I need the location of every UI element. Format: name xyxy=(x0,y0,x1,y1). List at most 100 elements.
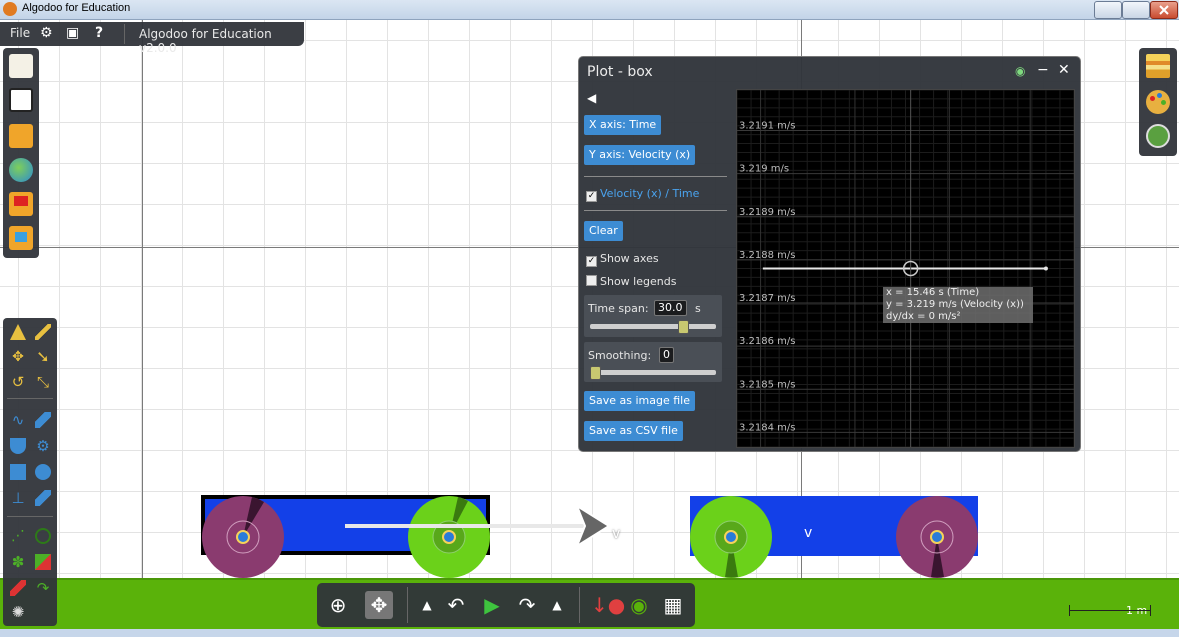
rope-tool-icon[interactable]: ∿ xyxy=(10,412,26,428)
y-tick-label: 3.2188 m/s xyxy=(739,250,796,261)
fixate-tool-icon[interactable]: ⊥ xyxy=(10,490,26,506)
back-arrow-icon[interactable]: ◀ xyxy=(587,91,596,105)
time-span-group: Time span: 30.0 s xyxy=(584,295,722,337)
plot-tooltip: x = 15.46 s (Time) y = 3.219 m/s (Veloci… xyxy=(883,287,1033,323)
gravity-icon[interactable]: ↓● xyxy=(591,593,625,617)
tracer-tool-icon[interactable] xyxy=(35,554,51,570)
browse-online-icon[interactable] xyxy=(9,158,33,182)
eye-icon[interactable]: ◉ xyxy=(1015,64,1025,78)
window-icon[interactable]: ▣ xyxy=(66,25,79,41)
redo-menu-icon[interactable]: ▲ xyxy=(545,593,569,617)
palette-icon[interactable] xyxy=(1146,90,1170,114)
help-icon[interactable]: ? xyxy=(95,25,103,41)
axle-tool-icon[interactable] xyxy=(35,528,51,544)
smoothing-group: Smoothing: 0 xyxy=(584,342,722,382)
file-menu[interactable]: File xyxy=(10,26,30,40)
minimize-button[interactable] xyxy=(1094,1,1122,19)
cut-tool-icon[interactable] xyxy=(35,324,51,340)
version-label: Algodoo for Education v2.0.0 xyxy=(139,27,272,55)
box-tool-icon[interactable] xyxy=(10,464,26,480)
air-icon[interactable]: ◉ xyxy=(627,593,651,617)
y-tick-label: 3.2189 m/s xyxy=(739,207,796,218)
restore-button[interactable] xyxy=(1122,1,1150,19)
time-span-label: Time span: xyxy=(588,302,649,315)
toolbox-icon[interactable] xyxy=(9,88,33,112)
scale-tick xyxy=(1150,605,1151,616)
zoom-icon[interactable]: ⊕ xyxy=(326,593,350,617)
open-folder-icon[interactable] xyxy=(9,124,33,148)
series-label: Velocity (x) / Time xyxy=(600,187,700,200)
series-toggle[interactable]: ✓ Velocity (x) / Time xyxy=(586,187,699,202)
gear-icon[interactable]: ⚙ xyxy=(40,25,53,41)
redo-icon[interactable]: ↷ xyxy=(515,593,539,617)
scale-tool-icon[interactable]: ⤡ xyxy=(35,374,51,390)
smoothing-label: Smoothing: xyxy=(588,349,652,362)
smoothing-slider[interactable] xyxy=(590,370,716,375)
show-axes-label: Show axes xyxy=(600,252,659,265)
circle-tool-icon[interactable] xyxy=(35,464,51,480)
tooltip-slope: dy/dx = 0 m/s² xyxy=(886,311,961,322)
smoothing-slider-handle[interactable] xyxy=(590,366,601,380)
os-taskbar xyxy=(0,629,1179,637)
menubar-separator xyxy=(124,24,125,44)
save-scene-icon[interactable] xyxy=(9,226,33,250)
panel-divider xyxy=(584,176,727,177)
y-tick-label: 3.2185 m/s xyxy=(739,379,796,390)
time-span-slider-handle[interactable] xyxy=(678,320,690,334)
minimize-icon[interactable]: − xyxy=(1037,62,1049,78)
hinge-tool-icon[interactable]: ↷ xyxy=(35,580,51,596)
toolbar-separator xyxy=(407,587,408,623)
scale-line xyxy=(1069,610,1151,611)
rotate-tool-icon[interactable]: ↺ xyxy=(10,374,26,390)
show-legends-toggle[interactable]: Show legends xyxy=(586,275,676,288)
show-axes-checkbox[interactable]: ✓ xyxy=(586,256,597,267)
tools-separator xyxy=(7,516,53,517)
plane-tool-icon[interactable] xyxy=(10,438,26,454)
wheel-right-green[interactable] xyxy=(690,496,772,578)
time-span-unit: s xyxy=(695,302,701,315)
tooltip-y: y = 3.219 m/s (Velocity (x)) xyxy=(886,299,1024,310)
y-tick-label: 3.2186 m/s xyxy=(739,336,796,347)
close-icon xyxy=(1159,5,1169,15)
grid-icon[interactable]: ▦ xyxy=(661,593,685,617)
undo-icon[interactable]: ↶ xyxy=(444,593,468,617)
clear-button[interactable]: Clear xyxy=(584,221,623,241)
chain-tool-icon[interactable]: ⋰ xyxy=(10,528,26,544)
close-icon[interactable]: ✕ xyxy=(1058,62,1070,78)
close-button[interactable] xyxy=(1150,1,1178,19)
show-legends-label: Show legends xyxy=(600,275,677,288)
wheel-right-purple[interactable] xyxy=(896,496,978,578)
y-tick-label: 3.2187 m/s xyxy=(739,293,796,304)
simulation-toolbar: ⊕ ✥ ▲ ↶ ▶ ↷ ▲ ↓● ◉ ▦ xyxy=(317,583,695,627)
zoom-world-icon[interactable] xyxy=(1146,124,1170,148)
wheel-left-green[interactable] xyxy=(408,496,490,578)
time-span-input[interactable]: 30.0 xyxy=(654,300,687,316)
move-tool-icon[interactable]: ✥ xyxy=(10,349,26,365)
time-span-slider[interactable] xyxy=(590,324,716,329)
show-legends-checkbox[interactable] xyxy=(586,275,597,286)
smoothing-input[interactable]: 0 xyxy=(659,347,674,363)
y-tick-label: 3.2184 m/s xyxy=(739,422,796,433)
play-icon[interactable]: ▶ xyxy=(480,593,504,617)
undo-menu-icon[interactable]: ▲ xyxy=(415,593,439,617)
sketch-tool-icon[interactable] xyxy=(10,324,26,340)
save-csv-button[interactable]: Save as CSV file xyxy=(584,421,683,441)
spiral-tool-icon[interactable]: ✺ xyxy=(10,604,26,620)
layers-icon[interactable] xyxy=(1146,54,1170,78)
wheel-left-purple[interactable] xyxy=(202,496,284,578)
save-image-button[interactable]: Save as image file xyxy=(584,391,695,411)
drag-tool-icon[interactable]: ➘ xyxy=(35,349,51,365)
laser-tool-icon[interactable] xyxy=(35,412,51,428)
pan-icon[interactable]: ✥ xyxy=(365,591,393,619)
new-scene-icon[interactable] xyxy=(9,54,33,78)
x-axis-button[interactable]: X axis: Time xyxy=(584,115,662,135)
spring-tool-icon[interactable]: ✽ xyxy=(10,554,26,570)
thruster-tool-icon[interactable] xyxy=(35,490,51,506)
series-checkbox[interactable]: ✓ xyxy=(586,191,597,202)
plot-chart[interactable]: 3.2191 m/s 3.219 m/s 3.2189 m/s 3.2188 m/s 3… xyxy=(736,89,1075,448)
gear-tool-icon[interactable]: ⚙ xyxy=(35,438,51,454)
show-axes-toggle[interactable]: ✓ Show axes xyxy=(586,252,659,267)
brush-tool-icon[interactable] xyxy=(10,580,26,596)
y-axis-button[interactable]: Y axis: Velocity (x) xyxy=(584,145,696,165)
open-scene-folder-icon[interactable] xyxy=(9,192,33,216)
